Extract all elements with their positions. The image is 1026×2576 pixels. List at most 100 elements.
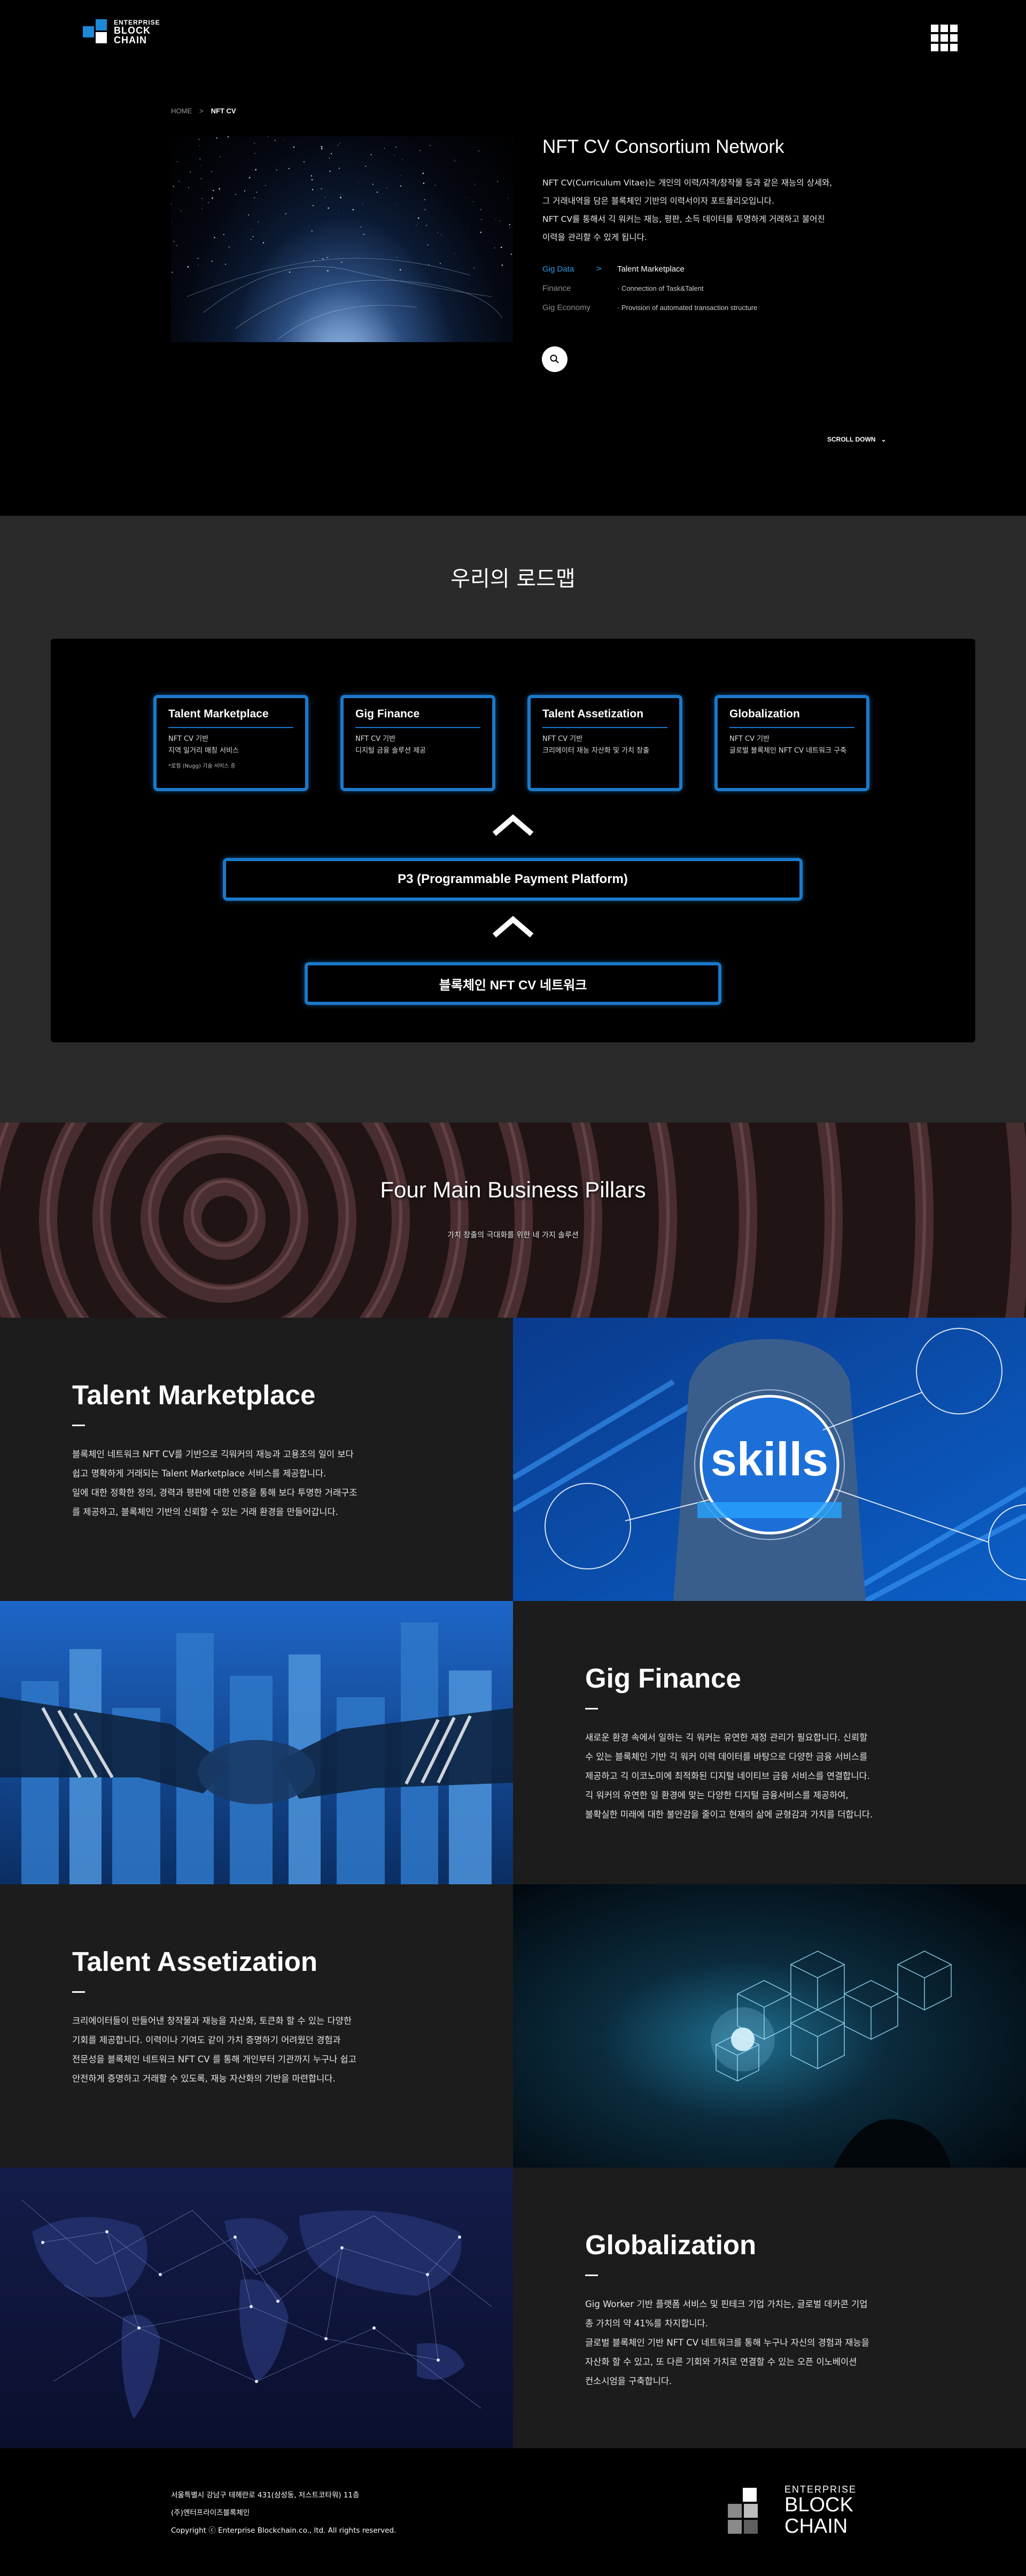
scroll-down-link[interactable]: SCROLL DOWN ⌄ [827, 436, 887, 443]
footer-logo: ENTERPRISE BLOCK CHAIN [727, 2485, 857, 2538]
star-dot [312, 205, 314, 206]
roadmap-card-talent-marketplace: Talent Marketplace NFT CV 기반 지역 일거리 매칭 서… [153, 695, 308, 791]
star-dot [372, 183, 374, 185]
star-dot [321, 146, 323, 148]
feature-text-panel: Gig Finance 새로운 환경 속에서 일하는 긱 워커는 유연한 재정 … [513, 1601, 1026, 1884]
star-dot [208, 202, 209, 204]
tab-row: Gig Data > Talent Marketplace [542, 259, 863, 279]
star-dot [400, 185, 402, 187]
star-dot [478, 150, 479, 152]
breadcrumb-home[interactable]: HOME [171, 107, 192, 115]
star-dot [248, 177, 250, 179]
hero-desc-line: 그 거래내역을 담은 블록체인 기반의 이력서이자 포트폴리오입니다. [542, 196, 774, 206]
feature-talent-marketplace: Talent Marketplace 블록체인 네트워크 NFT CV를 기반으… [0, 1318, 1026, 1601]
feature-body-line: 일에 대한 정확한 정의, 경력과 평판에 대한 인증을 통해 보다 투명한 거… [72, 1488, 357, 1498]
feature-body-line: 새로운 환경 속에서 일하는 긱 워커는 유연한 재정 관리가 필요합니다. 신… [585, 1732, 868, 1743]
star-dot [171, 203, 172, 205]
feature-talent-assetization: Talent Assetization 크리에이터들이 만들어낸 창작물과 재능… [0, 1884, 1026, 2168]
star-dot [480, 209, 481, 211]
breadcrumb-separator: > [199, 107, 204, 115]
tab-gig-data[interactable]: Gig Data [542, 265, 596, 274]
footer-copyright: Copyright ⓒ Enterprise Blockchain.co., l… [171, 2526, 397, 2535]
roadmap-network-bar: 블록체인 NFT CV 네트워크 [305, 962, 721, 1005]
star-dot [173, 241, 175, 242]
feature-body-line: 전문성을 블록체인 네트워크 NFT CV 를 통해 개인부터 기관까지 누구나… [72, 2054, 356, 2064]
site-header: ENTERPRISE BLOCK CHAIN [0, 0, 1026, 75]
footer-logo-line-3: CHAIN [784, 2515, 848, 2538]
star-dot [311, 179, 313, 181]
star-dot [340, 194, 341, 195]
star-dot [370, 154, 372, 156]
feature-body: Gig Worker 기반 플랫폼 서비스 및 핀테크 기업 가치는, 글로벌 … [585, 2295, 927, 2391]
grid-menu-icon[interactable] [931, 25, 958, 51]
star-dot [341, 261, 343, 263]
hero-title: NFT CV Consortium Network [542, 136, 784, 157]
star-dot [172, 272, 173, 273]
feature-body: 크리에이터들이 만들어낸 창작물과 재능을 자산화, 토큰화 할 수 있는 다양… [72, 2012, 414, 2088]
tab-finance[interactable]: Finance [542, 284, 596, 293]
title-divider [72, 1991, 85, 1993]
star-dot [494, 247, 495, 249]
roadmap-card-line: NFT CV 기반 [168, 735, 209, 743]
star-dot [267, 136, 269, 137]
star-dot [252, 236, 254, 237]
feature-body: 새로운 환경 속에서 일하는 긱 워커는 유연한 재정 관리가 필요합니다. 신… [585, 1728, 927, 1824]
hero-tabs: Gig Data > Talent Marketplace Finance · … [542, 259, 863, 317]
star-dot [331, 153, 332, 154]
feature-body-line: 수 있는 블록체인 기반 긱 워커 이력 데이터를 바탕으로 다양한 금융 서비… [585, 1752, 868, 1762]
star-dot [313, 260, 314, 261]
star-dot [310, 175, 313, 177]
star-dot [211, 260, 213, 262]
feature-title: Globalization [585, 2230, 757, 2260]
star-dot [201, 198, 203, 199]
star-dot [327, 270, 329, 272]
footer-company: (주)엔터프라이즈블록체인 [171, 2509, 250, 2517]
star-dot [288, 168, 290, 169]
feature-body-line: 컨소시엄을 구축합니다. [585, 2376, 672, 2386]
feature-body-line: Gig Worker 기반 플랫폼 서비스 및 핀테크 기업 가치는, 글로벌 … [585, 2299, 868, 2309]
roadmap-card-talent-assetization: Talent Assetization NFT CV 기반 크리에이터 재능 자… [527, 695, 682, 791]
star-dot [274, 140, 276, 141]
star-dot [285, 213, 286, 214]
star-dot [510, 253, 512, 255]
star-dot [258, 221, 259, 222]
title-divider [585, 2275, 598, 2276]
glowing-cubes-image [513, 1884, 1026, 2168]
star-dot [211, 197, 213, 199]
star-dot [244, 190, 245, 192]
page: ENTERPRISE BLOCK CHAIN HOME > NFT CV NFT… [0, 0, 1026, 2576]
feature-gig-finance: Gig Finance 새로운 환경 속에서 일하는 긱 워커는 유연한 재정 … [0, 1601, 1026, 1884]
search-icon [550, 354, 559, 363]
feature-body-line: 제공하고 긱 이코노미에 최적화된 디지털 네이티브 금융 서비스를 연결합니다… [585, 1771, 870, 1781]
feature-body-line: 안전하게 증명하고 거래할 수 있도록, 재능 자산화의 기반을 마련합니다. [72, 2074, 336, 2084]
star-dot [214, 237, 215, 238]
star-dot [187, 266, 189, 268]
star-dot [173, 185, 174, 187]
star-dot [365, 166, 367, 167]
star-dot [352, 208, 354, 211]
star-dot [255, 169, 257, 171]
feature-text-panel: Talent Marketplace 블록체인 네트워크 NFT CV를 기반으… [0, 1318, 513, 1601]
feature-body-line: 자산화 할 수 있고, 또 다른 기회와 가치로 연결할 수 있는 오픈 이노베… [585, 2357, 857, 2367]
search-button[interactable] [542, 346, 568, 372]
title-divider [585, 1708, 598, 1709]
roadmap-card-title: Talent Marketplace [168, 708, 293, 728]
maze-background-image [0, 1123, 1026, 1318]
star-dot [340, 197, 341, 199]
star-dot [423, 182, 425, 184]
site-logo[interactable]: ENTERPRISE BLOCK CHAIN [83, 19, 160, 45]
feature-text-panel: Globalization Gig Worker 기반 플랫폼 서비스 및 핀테… [513, 2168, 1026, 2451]
roadmap-card-line: 지역 일거리 매칭 서비스 [168, 747, 239, 755]
star-dot [197, 258, 199, 259]
logo-line-2: BLOCK [114, 25, 151, 36]
site-footer: 서울특별시 강남구 테헤란로 431(삼성동, 저스트코타워) 11층 (주)엔… [0, 2448, 1026, 2576]
star-dot [190, 171, 191, 173]
tab-row: Finance · Connection of Task&Talent [542, 279, 863, 298]
roadmap-platform-bar: P3 (Programmable Payment Platform) [223, 858, 803, 901]
roadmap-card-title: Talent Assetization [542, 708, 667, 728]
roadmap-card-line: 디지털 금융 솔루션 제공 [355, 747, 426, 755]
pillars-title: Four Main Business Pillars [380, 1177, 646, 1202]
tab-gig-economy[interactable]: Gig Economy [542, 303, 596, 312]
footer-address: 서울특별시 강남구 테헤란로 431(삼성동, 저스트코타워) 11층 [171, 2491, 360, 2500]
star-dot [172, 222, 173, 223]
